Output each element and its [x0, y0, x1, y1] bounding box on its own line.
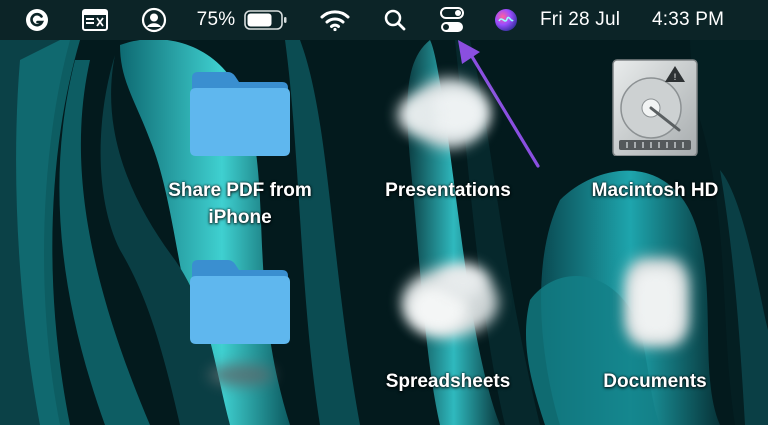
wifi-icon[interactable]	[318, 0, 352, 40]
folder-icon	[190, 72, 290, 156]
stack-icon	[575, 254, 735, 354]
menubar-time[interactable]: 4:33 PM	[652, 9, 724, 31]
folder-icon	[190, 260, 290, 344]
window-preview-icon[interactable]	[80, 0, 110, 40]
control-center-icon[interactable]	[437, 0, 467, 40]
menubar-date[interactable]: Fri 28 Jul	[540, 9, 620, 31]
desktop-item-label: Macintosh HD	[591, 180, 719, 201]
desktop-item-macintosh-hd[interactable]: ! Macintosh HD	[575, 56, 735, 226]
svg-text:!: !	[674, 72, 677, 82]
battery-icon[interactable]	[243, 0, 289, 40]
desktop-item-presentations-stack[interactable]: Presentations	[368, 66, 528, 236]
desktop-item-folder[interactable]	[160, 254, 320, 404]
stack-icon	[368, 66, 528, 166]
menu-bar: 75% Fri 28 Jul 4:33 PM	[0, 0, 768, 40]
obscured-label	[208, 364, 274, 386]
user-account-icon[interactable]	[139, 0, 169, 40]
spotlight-search-icon[interactable]	[380, 0, 410, 40]
hard-drive-icon: !	[612, 59, 698, 156]
siri-icon[interactable]	[492, 0, 520, 40]
desktop-item-label: Documents	[603, 371, 707, 392]
desktop-item-share-pdf-folder[interactable]: Share PDF from iPhone	[160, 66, 320, 236]
battery-percent: 75%	[196, 9, 236, 30]
desktop-item-label: Share PDF from iPhone	[168, 180, 312, 228]
desktop-item-documents-stack[interactable]: Documents	[575, 254, 735, 404]
desktop-item-spreadsheets-stack[interactable]: Spreadsheets	[368, 254, 528, 404]
grammarly-icon[interactable]	[22, 0, 52, 40]
stack-icon	[368, 254, 528, 354]
desktop-item-label: Spreadsheets	[385, 371, 511, 392]
desktop-item-label: Presentations	[385, 180, 511, 201]
